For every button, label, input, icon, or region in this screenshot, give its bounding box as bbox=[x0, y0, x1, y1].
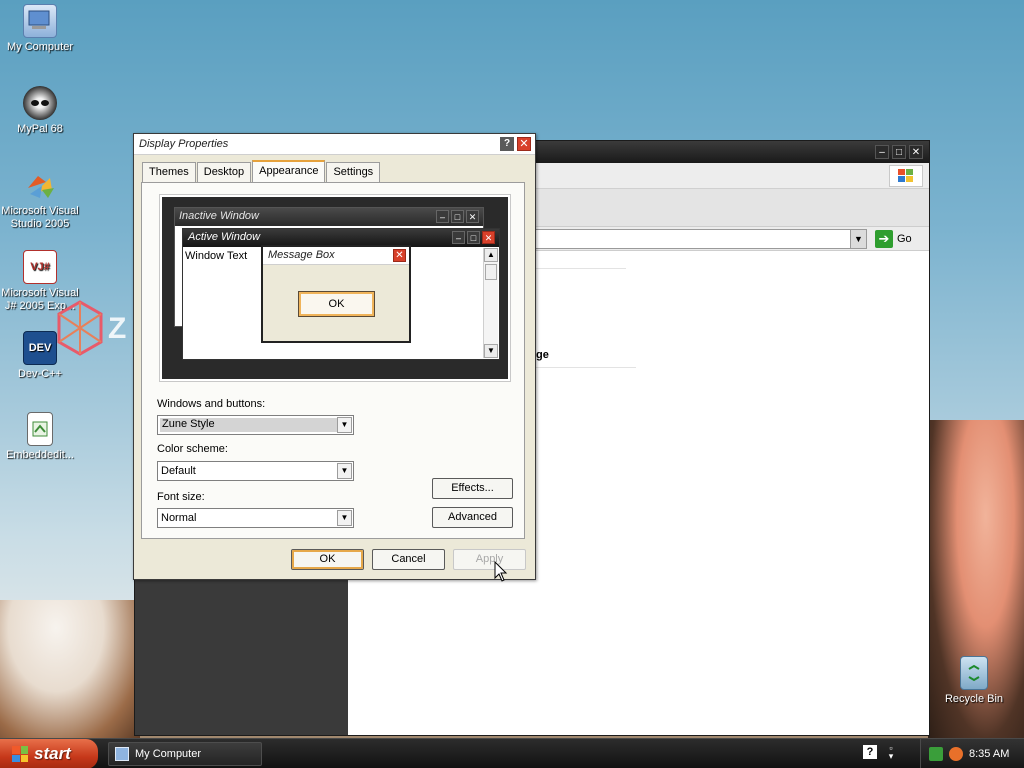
dialog-title: Display Properties bbox=[139, 138, 229, 150]
wallpaper-crowd bbox=[0, 600, 140, 740]
minimize-icon: – bbox=[436, 210, 449, 223]
desktop-icon-mypal[interactable]: MyPal 68 bbox=[0, 86, 80, 136]
advanced-button[interactable]: Advanced bbox=[432, 507, 513, 528]
scroll-up-icon: ▲ bbox=[484, 248, 498, 262]
devcpp-icon: DEV bbox=[23, 331, 57, 365]
close-button[interactable]: ✕ bbox=[517, 137, 531, 151]
preview-active-title-text: Active Window bbox=[188, 231, 261, 243]
effects-button[interactable]: Effects... bbox=[432, 478, 513, 499]
chevron-down-icon[interactable]: ▼ bbox=[337, 510, 352, 526]
font-size-label: Font size: bbox=[157, 491, 205, 503]
windows-logo-icon bbox=[12, 746, 28, 762]
taskbar-item-label: My Computer bbox=[135, 748, 202, 760]
go-button[interactable]: ➔ Go bbox=[875, 230, 912, 248]
minimize-icon: – bbox=[452, 231, 465, 244]
apply-button[interactable]: Apply bbox=[453, 549, 526, 570]
display-properties-dialog[interactable]: Display Properties ? ✕ Themes Desktop Ap… bbox=[133, 133, 536, 580]
windows-buttons-select[interactable]: Zune Style ▼ bbox=[157, 415, 354, 435]
ok-button[interactable]: OK bbox=[291, 549, 364, 570]
group-header: ge bbox=[536, 349, 549, 361]
chevron-down-icon[interactable]: ▼ bbox=[337, 417, 352, 433]
desktop-icon-label: Microsoft Visual Studio 2005 bbox=[1, 205, 79, 230]
visual-jsharp-icon: VJ# bbox=[23, 250, 57, 284]
preview-msgbox-title: Message Box ✕ bbox=[263, 247, 409, 265]
tab-settings[interactable]: Settings bbox=[326, 162, 381, 182]
start-button[interactable]: start bbox=[0, 739, 98, 768]
computer-icon bbox=[23, 4, 57, 38]
appearance-panel: Inactive Window – □ ✕ Active Window – □ … bbox=[141, 182, 525, 539]
preview-ok-button: OK bbox=[298, 291, 375, 317]
appearance-preview: Inactive Window – □ ✕ Active Window – □ … bbox=[159, 194, 511, 382]
zune-logo-icon bbox=[57, 300, 103, 356]
tab-themes[interactable]: Themes bbox=[142, 162, 196, 182]
windows-buttons-value: Zune Style bbox=[160, 418, 351, 432]
desktop-icon-label: Embeddedit... bbox=[6, 449, 74, 461]
preview-msgbox-title-text: Message Box bbox=[268, 249, 335, 261]
scroll-thumb bbox=[485, 264, 497, 280]
close-button[interactable]: ✕ bbox=[909, 145, 923, 159]
font-size-value: Normal bbox=[161, 512, 197, 524]
maximize-button[interactable]: □ bbox=[892, 145, 906, 159]
preview-active-window: Active Window – □ ✕ Window Text ▲ ▼ Mess… bbox=[182, 228, 500, 360]
color-scheme-value: Default bbox=[161, 465, 196, 477]
group-divider bbox=[536, 268, 626, 269]
address-input[interactable]: ▼ bbox=[531, 229, 867, 249]
help-icon[interactable]: ? bbox=[863, 745, 877, 759]
desktop-icon-embeddedit[interactable]: Embeddedit... bbox=[0, 412, 80, 462]
desktop-icon-label: Dev-C++ bbox=[17, 368, 63, 380]
taskbar-item-my-computer[interactable]: My Computer bbox=[108, 742, 262, 766]
desktop-icon-label: MyPal 68 bbox=[17, 123, 63, 135]
go-label: Go bbox=[897, 233, 912, 245]
cancel-button[interactable]: Cancel bbox=[372, 549, 445, 570]
computer-icon bbox=[115, 747, 129, 761]
tab-appearance[interactable]: Appearance bbox=[252, 160, 326, 182]
maximize-icon: □ bbox=[451, 210, 464, 223]
group-divider bbox=[536, 367, 636, 368]
system-tray: 8:35 AM bbox=[920, 739, 1024, 768]
windows-flag-icon bbox=[889, 165, 923, 187]
close-icon: ✕ bbox=[482, 231, 495, 244]
color-scheme-label: Color scheme: bbox=[157, 443, 228, 455]
mouse-cursor-icon bbox=[494, 561, 508, 582]
desktop-icon-visual-studio[interactable]: Microsoft Visual Studio 2005 bbox=[0, 168, 80, 231]
tab-strip: Themes Desktop Appearance Settings bbox=[142, 160, 381, 182]
clock[interactable]: 8:35 AM bbox=[969, 748, 1009, 760]
desktop-icon-label: My Computer bbox=[6, 41, 74, 53]
help-button[interactable]: ? bbox=[500, 137, 514, 151]
close-icon: ✕ bbox=[466, 210, 479, 223]
preview-message-box: Message Box ✕ OK bbox=[261, 245, 411, 343]
preview-inactive-title: Inactive Window – □ ✕ bbox=[175, 208, 483, 226]
go-arrow-icon: ➔ bbox=[875, 230, 893, 248]
chevron-down-icon[interactable]: ▼ bbox=[337, 463, 352, 479]
restore-icon[interactable]: ▫ ▾ bbox=[885, 744, 897, 761]
dialog-titlebar[interactable]: Display Properties ? ✕ bbox=[134, 134, 535, 155]
close-icon: ✕ bbox=[393, 249, 406, 262]
preview-scrollbar: ▲ ▼ bbox=[483, 248, 498, 358]
recycle-bin-icon bbox=[960, 656, 988, 690]
preview-window-text: Window Text bbox=[185, 250, 248, 262]
maximize-icon: □ bbox=[467, 231, 480, 244]
raccoon-icon bbox=[23, 86, 57, 120]
start-label: start bbox=[34, 744, 71, 763]
zune-letter: Z bbox=[108, 312, 127, 345]
font-size-select[interactable]: Normal ▼ bbox=[157, 508, 354, 528]
tab-desktop[interactable]: Desktop bbox=[196, 162, 252, 182]
desktop-icon-my-computer[interactable]: My Computer bbox=[0, 4, 80, 54]
scroll-down-icon: ▼ bbox=[484, 344, 498, 358]
search-icon[interactable] bbox=[949, 747, 963, 761]
minimize-button[interactable]: – bbox=[875, 145, 889, 159]
network-icon[interactable] bbox=[929, 747, 943, 761]
preview-inactive-title-text: Inactive Window bbox=[179, 210, 259, 222]
file-icon bbox=[27, 412, 53, 446]
color-scheme-select[interactable]: Default ▼ bbox=[157, 461, 354, 481]
chevron-down-icon[interactable]: ▼ bbox=[850, 230, 866, 248]
windows-buttons-label: Windows and buttons: bbox=[157, 398, 266, 410]
desktop-icon-recycle-bin[interactable]: Recycle Bin bbox=[934, 656, 1014, 706]
desktop-icon-label: Recycle Bin bbox=[944, 693, 1004, 705]
visual-studio-icon bbox=[23, 168, 57, 202]
